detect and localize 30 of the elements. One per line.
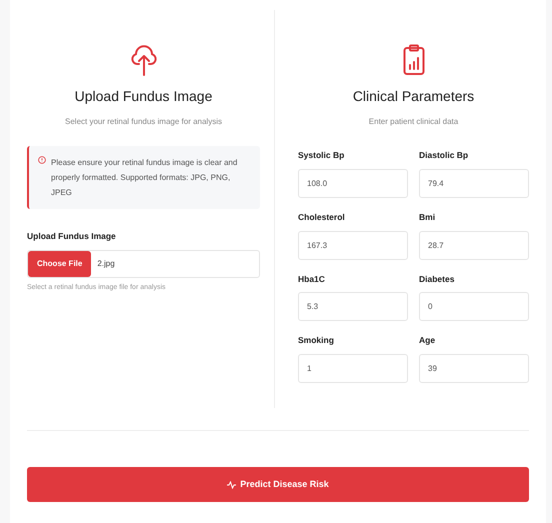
input-field[interactable]: 0 — [419, 292, 529, 322]
section-subtitle: Enter patient clinical data — [368, 116, 460, 128]
input-field[interactable]: 1 — [298, 354, 408, 383]
input-field[interactable]: 167.3 — [298, 230, 408, 260]
input-field[interactable]: 79.4 — [419, 168, 529, 198]
field-label: Cholesterol — [298, 210, 346, 224]
section-subtitle: Select your retinal fundus image for analysis — [64, 116, 223, 128]
field-label: Systolic Bp — [298, 149, 346, 162]
file-input[interactable]: Choose File 2.jpg — [27, 250, 260, 278]
field-label: Diastolic Bp — [419, 149, 470, 162]
field-label: Hba1C — [298, 272, 326, 286]
file-name: 2.jpg — [97, 258, 115, 270]
input-field[interactable]: 108.0 — [298, 168, 408, 198]
pulse-icon — [227, 480, 236, 488]
input-field[interactable]: 28.7 — [419, 230, 529, 260]
info-icon — [38, 156, 46, 164]
cloud-upload-icon — [130, 44, 156, 76]
section-title: Clinical Parameters — [352, 87, 476, 106]
choose-file-button[interactable]: Choose File — [28, 250, 92, 277]
input-field[interactable]: 39 — [419, 354, 529, 383]
section-title: Upload Fundus Image — [74, 87, 214, 106]
field-label: Age — [419, 334, 436, 347]
field-label: Smoking — [298, 334, 335, 347]
input-field[interactable]: 5.3 — [298, 292, 408, 322]
field-label: Bmi — [419, 210, 436, 224]
field-label: Diabetes — [419, 272, 456, 286]
field-label: Upload Fundus Image — [27, 230, 117, 243]
clipboard-chart-icon — [402, 44, 424, 76]
predict-button[interactable]: Predict Disease Risk — [27, 467, 529, 502]
alert-message: Please ensure your retinal fundus image is clear and properly formatted. Supported formats: JPG, PNG, JPEG — [51, 157, 238, 199]
